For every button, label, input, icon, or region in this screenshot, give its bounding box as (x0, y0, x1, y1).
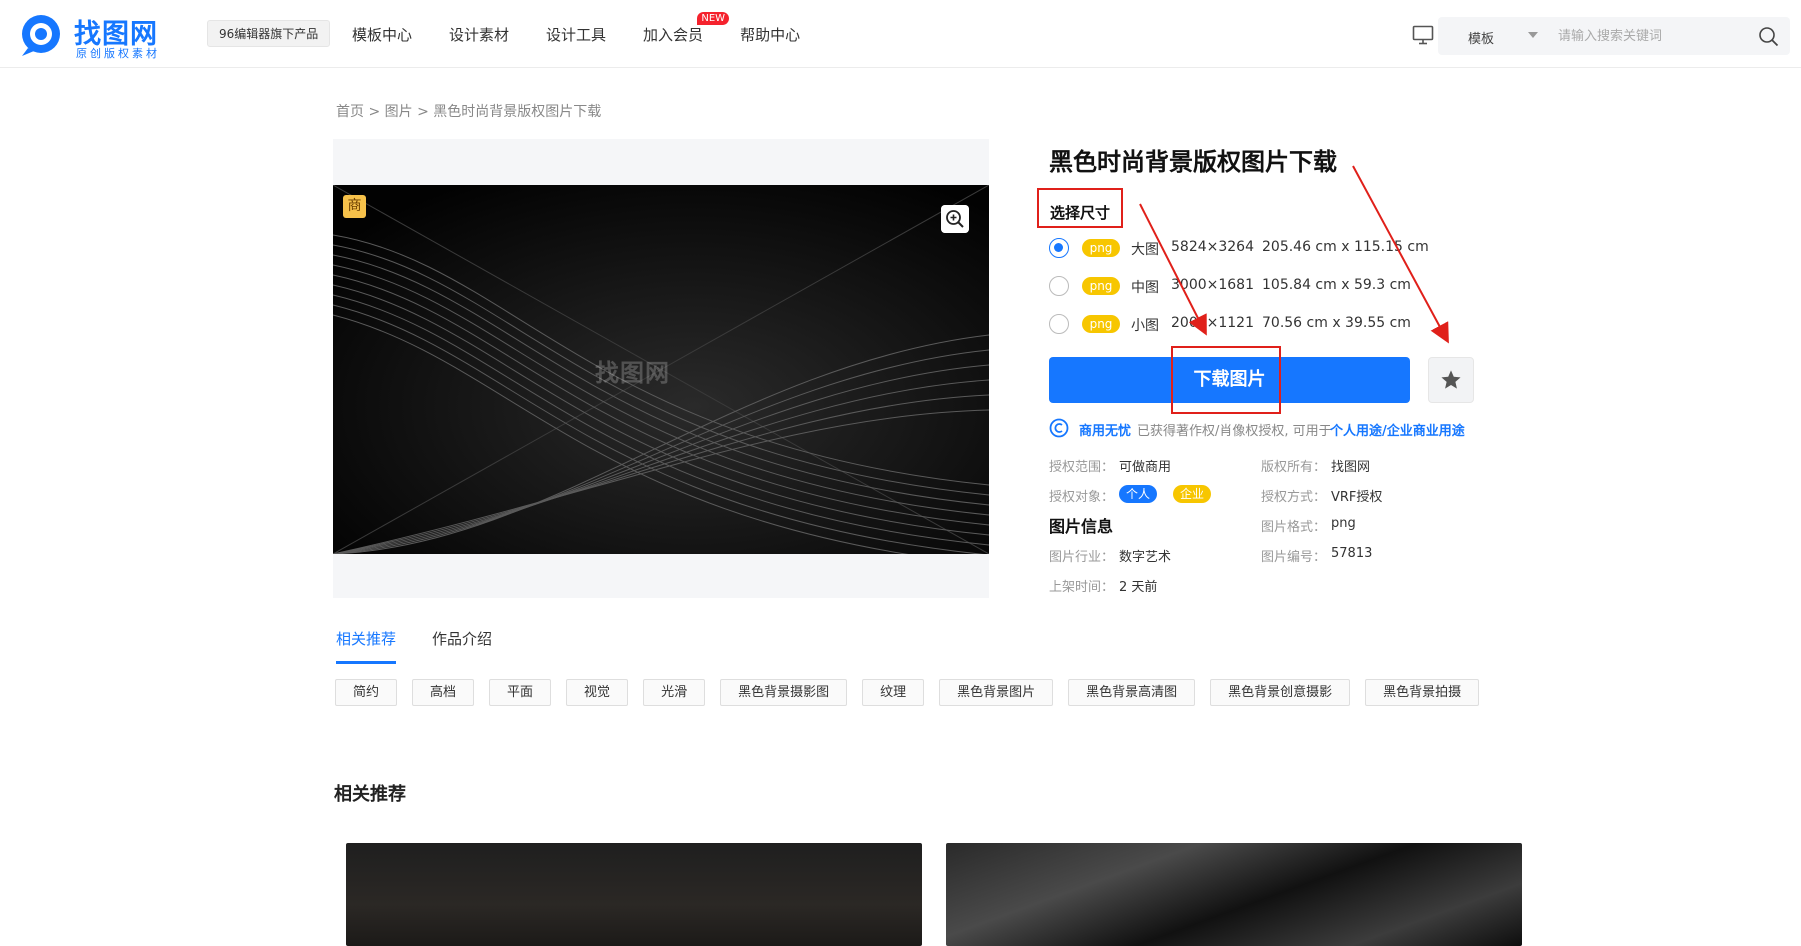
nav-design-tools[interactable]: 设计工具 (546, 24, 606, 45)
zoom-in-icon[interactable] (941, 205, 969, 233)
search-input[interactable] (1558, 21, 1748, 51)
size-name: 小图 (1131, 318, 1159, 334)
nav-template-center[interactable]: 模板中心 (352, 24, 412, 45)
breadcrumb-category[interactable]: 图片 (385, 104, 413, 120)
format-pill: png (1082, 239, 1120, 257)
id-value: 57813 (1331, 546, 1373, 561)
license-strong: 商用无忧 (1079, 424, 1132, 439)
upload-time-value: 2 天前 (1119, 580, 1158, 595)
size-select-label: 选择尺寸 (1050, 204, 1111, 222)
image-info-heading: 图片信息 (1049, 517, 1114, 536)
keyword-tag[interactable]: 视觉 (566, 679, 629, 706)
watermark: 找图网 (595, 359, 670, 387)
breadcrumb-separator: > (412, 104, 434, 120)
related-card[interactable] (346, 843, 922, 946)
tab-description[interactable]: 作品介绍 (432, 628, 492, 664)
search-icon[interactable] (1758, 26, 1779, 47)
breadcrumb-current: 黑色时尚背景版权图片下载 (433, 104, 602, 120)
format-pill: png (1082, 315, 1120, 333)
nav-join-member-label: 加入会员 (643, 26, 704, 44)
radio-unselected[interactable] (1049, 314, 1069, 334)
id-label: 图片编号： (1261, 550, 1327, 565)
target-personal-tag: 个人 (1119, 485, 1158, 503)
license-desc: 已获得著作权/肖像权授权, 可用于 (1137, 424, 1332, 439)
preview-image[interactable]: 商 找图网 (333, 185, 989, 554)
commercial-badge: 商 (343, 195, 366, 218)
related-card[interactable] (946, 843, 1522, 946)
related-heading: 相关推荐 (334, 784, 406, 805)
upload-time-label: 上架时间： (1049, 580, 1115, 595)
keyword-tag[interactable]: 纹理 (862, 679, 925, 706)
keyword-tag[interactable]: 光滑 (643, 679, 706, 706)
size-pixels: 3000×1681 (1171, 277, 1254, 293)
logo-mark-icon (22, 15, 60, 56)
size-cm: 70.56 cm x 39.55 cm (1262, 315, 1411, 331)
site-logo[interactable]: 找图网 原创版权素材 (18, 12, 178, 60)
license-link[interactable]: 个人用途/企业商业用途 (1330, 420, 1465, 439)
keyword-tag[interactable]: 黑色背景图片 (939, 679, 1054, 706)
content-tabs: 相关推荐 作品介绍 (336, 628, 528, 664)
nav-design-material[interactable]: 设计素材 (449, 24, 509, 45)
top-header: 找图网 原创版权素材 96编辑器旗下产品 模板中心 设计素材 设计工具 加入会员… (0, 0, 1801, 68)
keyword-tag-list: 简约 高档 平面 视觉 光滑 黑色背景摄影图 纹理 黑色背景图片 黑色背景高清图… (335, 679, 1515, 717)
page-title: 黑色时尚背景版权图片下载 (1049, 148, 1337, 176)
size-pixels: 5824×3264 (1171, 239, 1254, 255)
owner-label: 版权所有： (1261, 460, 1327, 475)
nav-help-center[interactable]: 帮助中心 (740, 24, 800, 45)
owner-value: 找图网 (1331, 460, 1371, 475)
tab-related[interactable]: 相关推荐 (336, 628, 397, 664)
breadcrumb-home[interactable]: 首页 (336, 104, 364, 120)
keyword-tag[interactable]: 黑色背景摄影图 (720, 679, 848, 706)
method-label: 授权方式： (1261, 490, 1327, 505)
size-pixels: 2000×1121 (1171, 315, 1254, 331)
radio-selected[interactable] (1049, 238, 1069, 258)
industry-value: 数字艺术 (1119, 550, 1172, 565)
main-nav: 模板中心 设计素材 设计工具 加入会员 NEW 帮助中心 (352, 12, 837, 45)
scope-value: 可做商用 (1119, 460, 1172, 475)
size-cm: 205.46 cm x 115.15 cm (1262, 239, 1429, 255)
search-box: 模板 (1438, 17, 1790, 55)
product-badge[interactable]: 96编辑器旗下产品 (207, 20, 331, 47)
target-label: 授权对象： (1049, 490, 1115, 505)
size-name: 中图 (1131, 280, 1159, 296)
breadcrumb-separator: > (364, 104, 385, 120)
keyword-tag[interactable]: 高档 (412, 679, 475, 706)
size-cm: 105.84 cm x 59.3 cm (1262, 277, 1411, 293)
nav-join-member[interactable]: 加入会员 NEW (643, 12, 730, 45)
logo-subtitle: 原创版权素材 (76, 47, 160, 60)
industry-label: 图片行业： (1049, 550, 1115, 565)
keyword-tag[interactable]: 黑色背景创意摄影 (1210, 679, 1351, 706)
star-icon[interactable] (1428, 357, 1474, 403)
format-value: png (1331, 516, 1356, 531)
size-name: 大图 (1131, 242, 1159, 258)
keyword-tag[interactable]: 黑色背景拍摄 (1365, 679, 1480, 706)
breadcrumb: 首页 > 图片 > 黑色时尚背景版权图片下载 (336, 101, 601, 121)
keyword-tag[interactable]: 简约 (335, 679, 398, 706)
copyright-icon (1049, 418, 1069, 438)
target-company-tag: 企业 (1173, 485, 1212, 503)
download-button[interactable]: 下载图片 (1049, 357, 1410, 403)
method-value: VRF授权 (1331, 490, 1383, 505)
radio-unselected[interactable] (1049, 276, 1069, 296)
format-label: 图片格式： (1261, 520, 1327, 535)
format-pill: png (1082, 277, 1120, 295)
chevron-down-icon[interactable] (1528, 32, 1538, 38)
scope-label: 授权范围： (1049, 460, 1115, 475)
search-type-select[interactable]: 模板 (1468, 28, 1494, 47)
keyword-tag[interactable]: 平面 (489, 679, 552, 706)
keyword-tag[interactable]: 黑色背景高清图 (1068, 679, 1196, 706)
monitor-icon[interactable] (1412, 25, 1434, 45)
new-badge: NEW (697, 12, 730, 25)
preview-panel: 商 找图网 (333, 139, 989, 598)
